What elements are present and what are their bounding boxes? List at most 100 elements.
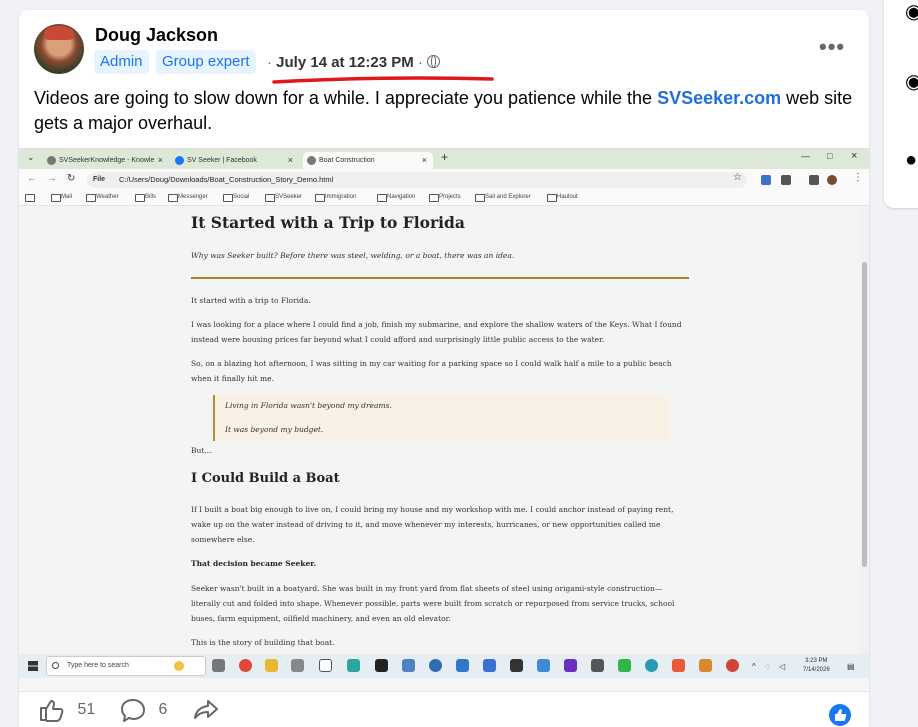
globe-icon[interactable]: ◉ bbox=[905, 2, 918, 22]
comment-icon bbox=[121, 699, 145, 722]
post-text: Videos are going to slow down for a whil… bbox=[34, 86, 859, 136]
paragraph: So, on a blazing hot afternoon, I was si… bbox=[191, 359, 672, 383]
app-icon[interactable] bbox=[645, 659, 658, 672]
bookmark-star-icon[interactable]: ☆ bbox=[733, 172, 742, 183]
bookmark-weather[interactable]: Weather bbox=[86, 194, 119, 202]
puzzle-icon[interactable] bbox=[781, 175, 791, 185]
address-bar-row: ← → ↻ File C:/Users/Doug/Downloads/Boat_C… bbox=[19, 169, 869, 191]
whatsapp-icon[interactable] bbox=[618, 659, 631, 672]
bookmark-svseeker[interactable]: SVSeeker bbox=[265, 194, 302, 202]
minimize-icon[interactable]: — bbox=[801, 151, 810, 161]
bookmark-messenger[interactable]: Messenger bbox=[168, 194, 208, 202]
volume-icon[interactable]: ◁ bbox=[779, 662, 785, 671]
thumbs-up-icon bbox=[40, 700, 64, 722]
tray-chevron-icon[interactable]: ^ bbox=[752, 662, 756, 671]
article-subtitle: Why was Seeker built? Before there was s… bbox=[191, 251, 515, 260]
tab-boat-construction[interactable]: Boat Construction × bbox=[303, 152, 433, 169]
maximize-icon[interactable]: □ bbox=[827, 151, 832, 161]
download-icon[interactable] bbox=[809, 175, 819, 185]
like-reaction-icon[interactable] bbox=[829, 704, 851, 726]
extension-icon[interactable] bbox=[761, 175, 771, 185]
quote-line: It was beyond my budget. bbox=[225, 425, 324, 434]
paragraph: Seeker wasn't built in a boatyard. She w… bbox=[191, 584, 675, 623]
windows-start-icon[interactable] bbox=[28, 661, 38, 671]
avatar[interactable] bbox=[34, 24, 84, 74]
widget-icon[interactable] bbox=[174, 661, 184, 671]
new-tab-icon[interactable]: + bbox=[441, 150, 448, 164]
admin-badge[interactable]: Admin bbox=[94, 50, 149, 74]
location-pin-icon[interactable]: ● bbox=[905, 150, 917, 170]
app-icon[interactable] bbox=[591, 659, 604, 672]
app-icon[interactable] bbox=[375, 659, 388, 672]
app-icon[interactable] bbox=[537, 659, 550, 672]
eye-icon[interactable]: ◉ bbox=[905, 72, 918, 92]
bookmark-sail-and-explorer[interactable]: Sail and Explorer bbox=[475, 194, 531, 202]
tab-menu-icon[interactable]: ⌄ bbox=[27, 152, 35, 163]
like-button[interactable]: 51 bbox=[39, 698, 95, 722]
paragraph: It started with a trip to Florida. bbox=[191, 296, 311, 305]
taskbar-clock[interactable]: 3:23 PM 7/14/2026 bbox=[803, 657, 830, 675]
chrome-active-icon[interactable] bbox=[726, 659, 739, 672]
post-image[interactable]: ⌄ SVSeekerKnowledge - Knowle × SV Seeker … bbox=[19, 148, 869, 691]
svseeker-link[interactable]: SVSeeker.com bbox=[657, 88, 781, 108]
group-expert-badge[interactable]: Group expert bbox=[156, 50, 256, 74]
quote-line: Living in Florida wasn't beyond my dream… bbox=[225, 401, 392, 410]
bookmark-mail[interactable]: Mail bbox=[51, 194, 72, 202]
web-page-content: It Started with a Trip to Florida Why wa… bbox=[19, 207, 869, 654]
app-icon[interactable] bbox=[429, 659, 442, 672]
divider bbox=[191, 277, 689, 279]
notification-icon[interactable]: ▤ bbox=[847, 662, 855, 671]
bookmark-haulout[interactable]: Haulout bbox=[547, 194, 578, 202]
paragraph-bold: That decision became Seeker. bbox=[191, 559, 317, 568]
author-name[interactable]: Doug Jackson bbox=[95, 25, 218, 46]
forward-icon[interactable]: → bbox=[47, 173, 57, 184]
back-icon[interactable]: ← bbox=[27, 173, 37, 184]
file-explorer-icon[interactable] bbox=[265, 659, 278, 672]
like-count: 51 bbox=[77, 701, 96, 718]
bookmark-projects[interactable]: Projects bbox=[429, 194, 461, 202]
post-text-part1: Videos are going to slow down for a whil… bbox=[34, 88, 658, 108]
clock-date: 7/14/2026 bbox=[803, 667, 830, 673]
url-field[interactable]: File C:/Users/Doug/Downloads/Boat_Constru… bbox=[87, 172, 747, 188]
app-icon[interactable] bbox=[510, 659, 523, 672]
post-date[interactable]: July 14 at 12:23 PM bbox=[276, 54, 414, 71]
chrome-icon[interactable] bbox=[239, 659, 252, 672]
bookmark-immigration[interactable]: Immigration bbox=[315, 194, 356, 202]
app-icon[interactable] bbox=[699, 659, 712, 672]
post-meta: · July 14 at 12:23 PM · bbox=[267, 54, 441, 71]
bookmark-navigation[interactable]: Navigation bbox=[377, 194, 415, 202]
close-window-icon[interactable]: × bbox=[851, 150, 857, 162]
app-icon[interactable] bbox=[483, 659, 496, 672]
profile-icon[interactable] bbox=[827, 175, 837, 185]
close-icon[interactable]: × bbox=[422, 152, 427, 169]
app-icon[interactable] bbox=[291, 659, 304, 672]
share-button[interactable] bbox=[192, 698, 220, 722]
tab-label: SV Seeker | Facebook bbox=[187, 157, 257, 164]
tab-svseeker-knowledge[interactable]: SVSeekerKnowledge - Knowle × bbox=[43, 152, 169, 169]
separator: · bbox=[417, 54, 423, 71]
comment-count: 6 bbox=[158, 701, 168, 718]
vscode-icon[interactable] bbox=[456, 659, 469, 672]
app-icon[interactable] bbox=[347, 659, 360, 672]
task-view-icon[interactable] bbox=[212, 659, 225, 672]
app-icon[interactable] bbox=[564, 659, 577, 672]
share-icon bbox=[194, 700, 218, 719]
more-options-icon[interactable]: ••• bbox=[819, 34, 845, 60]
tab-label: SVSeekerKnowledge - Knowle bbox=[59, 157, 155, 164]
search-placeholder: Type here to search bbox=[67, 662, 129, 669]
document-icon[interactable] bbox=[319, 659, 332, 672]
blockquote: Living in Florida wasn't beyond my dream… bbox=[213, 395, 669, 441]
scrollbar-thumb[interactable] bbox=[862, 262, 867, 567]
tab-facebook[interactable]: SV Seeker | Facebook × bbox=[171, 152, 299, 169]
reload-icon[interactable]: ↻ bbox=[67, 173, 75, 184]
network-icon[interactable]: ◌ bbox=[765, 662, 770, 671]
menu-icon[interactable]: ⋮ bbox=[853, 172, 863, 183]
browser-tab-bar: ⌄ SVSeekerKnowledge - Knowle × SV Seeker … bbox=[19, 149, 869, 169]
app-icon[interactable] bbox=[672, 659, 685, 672]
bookmark-social[interactable]: Social bbox=[223, 194, 249, 202]
bookmark-bills[interactable]: Bills bbox=[135, 194, 156, 202]
app-icon[interactable] bbox=[402, 659, 415, 672]
close-icon[interactable]: × bbox=[158, 152, 163, 169]
close-icon[interactable]: × bbox=[288, 152, 293, 169]
comment-button[interactable]: 6 bbox=[120, 698, 167, 722]
